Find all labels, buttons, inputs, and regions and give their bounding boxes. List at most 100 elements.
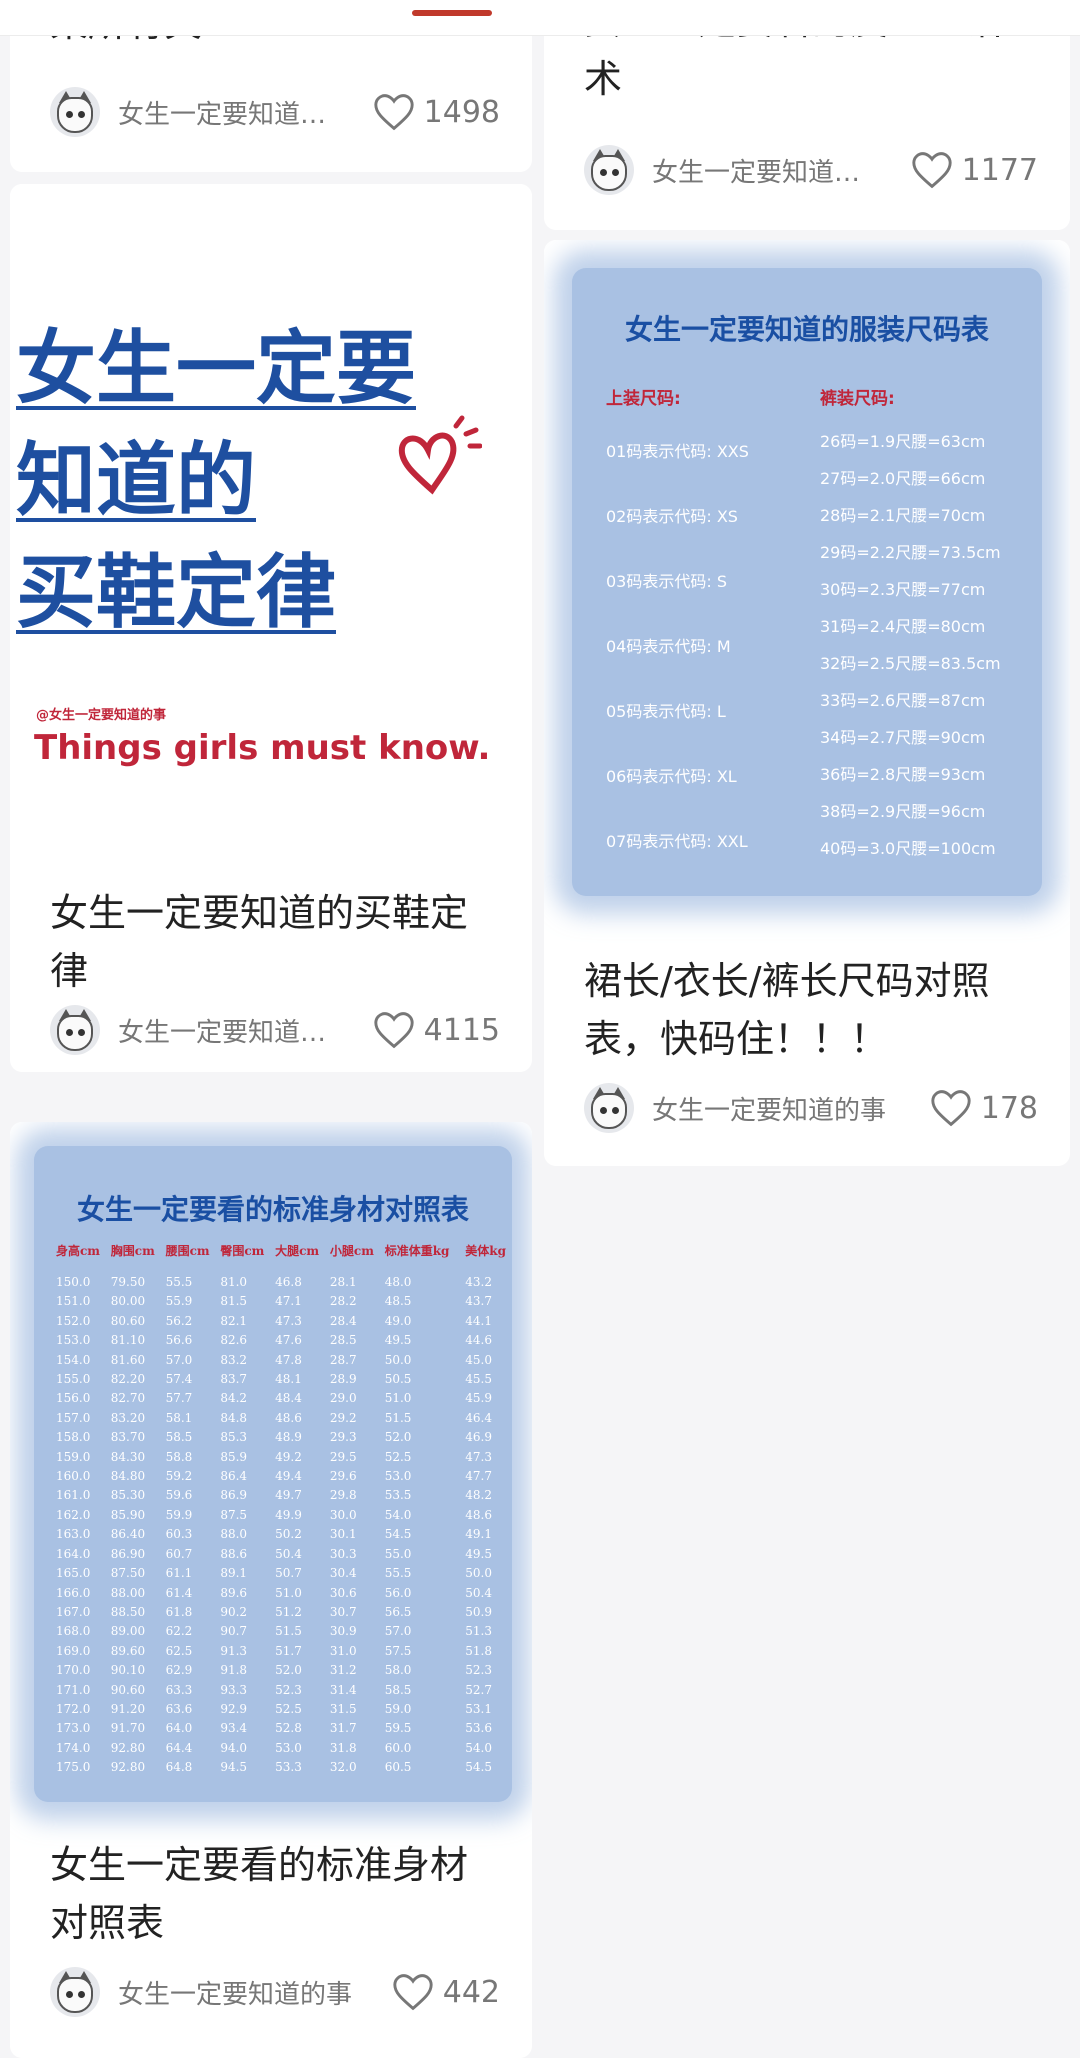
table-cell: 92.80 — [110, 1740, 146, 1755]
table-cell: 80.60 — [110, 1313, 146, 1328]
feed-card[interactable]: 女生一定要看的标准身材对照表 身高cm 胸围cm 腰围cm 臀围cm 大腿cm 小腿cm 标… — [10, 1122, 532, 2058]
size-chart-title: 女生一定要知道的服装尺码表 — [624, 313, 989, 346]
author-name[interactable]: 女生一定要知道的事 — [118, 1974, 381, 2011]
table-cell: 88.50 — [110, 1604, 146, 1619]
table-cell: 87.5 — [220, 1507, 248, 1522]
table-cell: 164.0 — [56, 1546, 91, 1561]
table-cell: 63.3 — [165, 1682, 193, 1697]
image-text-line: 女生一定要 — [16, 322, 416, 415]
image-handle: @女生一定要知道的事 — [36, 708, 167, 723]
card-footer: 女生一定要知道… 4115 — [50, 1004, 500, 1056]
table-cell: 61.1 — [165, 1566, 193, 1581]
cat-avatar-icon[interactable] — [584, 145, 634, 195]
image-text-line: 买鞋定律 — [16, 546, 336, 639]
table-cell: 44.1 — [465, 1313, 492, 1328]
author-name[interactable]: 女生一定要知道的事 — [652, 1090, 919, 1127]
table-cell: 52.0 — [384, 1430, 412, 1445]
table-cell: 31.7 — [329, 1721, 357, 1736]
table-cell: 86.9 — [220, 1488, 248, 1503]
table-cell: 88.6 — [220, 1546, 248, 1561]
table-cell: 85.30 — [110, 1488, 146, 1503]
card-image[interactable]: 女生一定要看的标准身材对照表 身高cm 胸围cm 腰围cm 臀围cm 大腿cm 小腿cm 标… — [10, 1122, 532, 1812]
table-cell: 30.4 — [329, 1566, 357, 1581]
table-cell: 61.4 — [165, 1585, 193, 1600]
table-header-cell: 标准体重kg — [384, 1244, 450, 1258]
table-cell: 48.1 — [275, 1372, 302, 1387]
table-row: 163.0 86.40 60.3 88.0 50.2 30.1 54.5 49.1 — [56, 1525, 516, 1544]
table-cell: 59.9 — [165, 1507, 193, 1522]
table-cell: 89.60 — [110, 1643, 146, 1658]
table-cell: 52.3 — [465, 1663, 492, 1678]
cat-avatar-icon[interactable] — [50, 87, 100, 137]
heart-outline-icon — [393, 1974, 433, 2011]
feed-card[interactable]: 女生一定要知道的服装尺码表 上装尺码: 裤装尺码: 01码表示代码: XXS 0… — [544, 240, 1070, 1166]
table-cell: 46.4 — [465, 1410, 492, 1425]
table-cell: 54.5 — [465, 1760, 492, 1775]
heart-outline-icon — [374, 1012, 414, 1049]
table-cell: 48.5 — [384, 1294, 412, 1309]
table-cell: 163.0 — [56, 1527, 91, 1542]
table-cell: 85.3 — [220, 1430, 248, 1445]
table-cell: 47.6 — [275, 1333, 302, 1348]
table-cell: 50.9 — [465, 1604, 492, 1619]
table-cell: 91.20 — [110, 1701, 146, 1716]
cat-avatar-icon[interactable] — [50, 1005, 100, 1055]
table-cell: 30.7 — [329, 1604, 357, 1619]
cat-avatar-icon[interactable] — [584, 1083, 634, 1133]
table-cell: 169.0 — [56, 1643, 91, 1658]
table-cell: 83.70 — [110, 1430, 146, 1445]
author-name[interactable]: 女生一定要知道… — [118, 1012, 362, 1049]
table-row: 162.0 85.90 59.9 87.5 49.9 30.0 54.0 48.6 — [56, 1506, 516, 1525]
table-cell: 51.7 — [275, 1643, 302, 1658]
table-cell: 84.80 — [110, 1469, 146, 1484]
table-cell: 175.0 — [56, 1760, 91, 1775]
top-size-item: 06码表示代码: XL — [606, 767, 737, 786]
table-cell: 51.3 — [465, 1624, 492, 1639]
table-cell: 53.0 — [275, 1740, 302, 1755]
heart-outline-icon — [374, 94, 414, 131]
table-cell: 52.7 — [465, 1682, 492, 1697]
table-cell: 170.0 — [56, 1663, 91, 1678]
table-cell: 29.3 — [329, 1430, 357, 1445]
table-cell: 29.0 — [329, 1391, 357, 1406]
table-cell: 62.5 — [165, 1643, 193, 1658]
card-title: 女生一定要看的标准身材对照表 — [50, 1843, 469, 1945]
table-cell: 51.2 — [275, 1604, 302, 1619]
table-cell: 51.8 — [465, 1643, 492, 1658]
table-cell: 56.0 — [384, 1585, 412, 1600]
table-cell: 49.5 — [384, 1333, 412, 1348]
table-cell: 48.2 — [465, 1488, 492, 1503]
table-cell: 49.1 — [465, 1527, 492, 1542]
table-cell: 56.5 — [384, 1604, 412, 1619]
card-image[interactable]: 女生一定要 知道的 买鞋定律 @女生一定要知道的事 Things girls m… — [10, 184, 532, 874]
table-cell: 64.8 — [165, 1760, 193, 1775]
table-cell: 157.0 — [56, 1410, 91, 1425]
table-cell: 52.0 — [275, 1663, 302, 1678]
table-header-cell: 大腿cm — [275, 1244, 320, 1258]
table-cell: 90.60 — [110, 1682, 146, 1697]
like-button[interactable]: 178 — [929, 1088, 1038, 1128]
table-cell: 58.8 — [165, 1449, 193, 1464]
bottom-size-item: 27码=2.0尺腰=66cm — [820, 469, 986, 488]
like-button[interactable]: 1498 — [372, 92, 500, 132]
table-cell: 60.5 — [384, 1760, 412, 1775]
like-button[interactable]: 442 — [391, 1972, 500, 2012]
table-cell: 86.40 — [110, 1527, 146, 1542]
like-button[interactable]: 1177 — [910, 150, 1038, 190]
table-row: 161.0 85.30 59.6 86.9 49.7 29.8 53.5 48.2 — [56, 1486, 516, 1505]
top-size-item: 07码表示代码: XXL — [606, 832, 748, 851]
author-name[interactable]: 女生一定要知道… — [652, 152, 900, 189]
card-image[interactable]: 女生一定要知道的服装尺码表 上装尺码: 裤装尺码: 01码表示代码: XXS 0… — [544, 240, 1070, 930]
table-cell: 30.6 — [329, 1585, 357, 1600]
table-cell: 154.0 — [56, 1352, 91, 1367]
feed-card[interactable]: 女生一定要 知道的 买鞋定律 @女生一定要知道的事 Things girls m… — [10, 184, 532, 1072]
table-cell: 55.9 — [165, 1294, 193, 1309]
card-title-line: 术 — [584, 57, 623, 101]
like-button[interactable]: 4115 — [372, 1010, 500, 1050]
cat-avatar-icon[interactable] — [50, 1967, 100, 2017]
body-chart-panel: 女生一定要看的标准身材对照表 身高cm 胸围cm 腰围cm 臀围cm 大腿cm 小腿cm 标… — [34, 1146, 512, 1802]
author-name[interactable]: 女生一定要知道… — [118, 94, 362, 131]
bottom-size-item: 34码=2.7尺腰=90cm — [820, 728, 986, 747]
table-cell: 48.6 — [465, 1507, 492, 1522]
table-header-cell: 腰围cm — [165, 1244, 210, 1258]
